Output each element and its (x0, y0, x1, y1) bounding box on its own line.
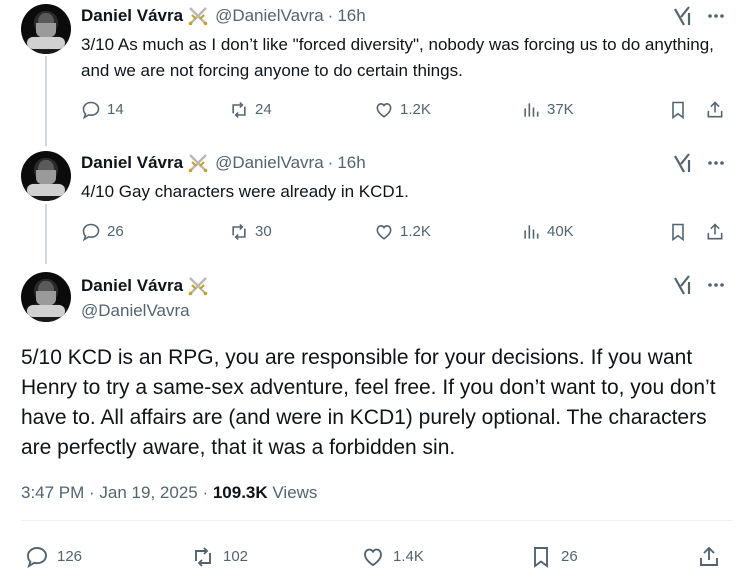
crossed-swords-icon (188, 7, 208, 26)
like-button[interactable]: 1.4K (361, 544, 424, 570)
repost-icon (232, 101, 246, 119)
bookmark-icon (534, 547, 548, 568)
bookmark-button[interactable] (668, 98, 694, 122)
share-button[interactable] (705, 98, 731, 122)
reply-button[interactable]: 14 (81, 98, 124, 122)
like-button[interactable]: 1.2K (374, 220, 431, 244)
timestamp[interactable]: 16h (337, 153, 365, 173)
tweet-text: 3/10 As much as I don’t like "forced div… (81, 35, 714, 80)
reply-count: 126 (57, 548, 83, 565)
repost-button[interactable]: 102 (191, 544, 248, 570)
views-button[interactable]: 37K (521, 98, 574, 122)
author-name[interactable]: Daniel Vávra (81, 153, 183, 173)
repost-button[interactable]: 24 (229, 98, 272, 122)
main-tweet-text: 5/10 KCD is an RPG, you are responsible … (21, 346, 716, 459)
crossed-swords-icon (188, 277, 208, 296)
thread-line (45, 204, 47, 264)
separator: · (327, 6, 334, 25)
thread-line (45, 56, 47, 146)
views-label: Views (267, 483, 318, 502)
share-button[interactable] (705, 220, 731, 244)
more-icon[interactable] (706, 275, 726, 295)
views-total: 109.3K (212, 483, 268, 502)
heart-icon (376, 103, 392, 118)
repost-icon (232, 223, 246, 241)
share-icon (707, 223, 723, 240)
tweet-actions: 14 24 1.2K 37K (81, 98, 731, 122)
avatar[interactable] (21, 151, 71, 201)
repost-button[interactable]: 30 (229, 220, 272, 244)
reply-button[interactable]: 126 (25, 544, 82, 570)
repost-count: 30 (255, 223, 272, 240)
bookmark-button[interactable]: 26 (529, 544, 578, 570)
more-icon[interactable] (706, 6, 726, 26)
grok-icon[interactable] (672, 152, 694, 174)
reply-icon (27, 547, 47, 569)
reply-icon (82, 101, 100, 120)
tweet-text: 4/10 Gay characters were already in KCD1… (81, 182, 409, 201)
author-name[interactable]: Daniel Vávra (81, 6, 183, 26)
avatar[interactable] (21, 4, 71, 54)
share-icon (707, 101, 723, 118)
like-button[interactable]: 1.2K (374, 98, 431, 122)
bookmark-count: 26 (561, 548, 578, 565)
timestamp[interactable]: 16h (337, 6, 365, 26)
reply-button[interactable]: 26 (81, 220, 124, 244)
tweet-meta: 3:47 PM · Jan 19, 2025 · 109.3K Views (21, 483, 317, 503)
views-count: 37K (547, 101, 574, 118)
repost-count: 102 (223, 548, 249, 565)
author-handle[interactable]: @DanielVavra (215, 6, 324, 26)
crossed-swords-icon (188, 154, 208, 173)
like-count: 1.2K (400, 101, 431, 118)
share-button[interactable] (697, 544, 729, 570)
heart-icon (364, 548, 382, 567)
reply-count: 14 (107, 101, 124, 118)
bookmark-icon (672, 101, 684, 120)
main-tweet-actions: 126 102 1.4K 26 (21, 544, 733, 570)
views-button[interactable]: 40K (521, 220, 574, 244)
views-icon (524, 225, 539, 239)
tweet-header: Daniel Vávra (81, 276, 215, 296)
author-handle[interactable]: @DanielVavra (81, 301, 190, 321)
tweet-header: Daniel Vávra @DanielVavra · 16h (81, 153, 366, 173)
tweet-actions: 26 30 1.2K 40K (81, 220, 731, 244)
grok-icon[interactable] (672, 5, 694, 27)
separator: · (327, 153, 334, 172)
reply-count: 26 (107, 223, 124, 240)
more-icon[interactable] (706, 153, 726, 173)
repost-icon (195, 547, 211, 567)
views-icon (524, 103, 539, 117)
share-icon (700, 546, 718, 566)
bookmark-icon (672, 223, 684, 242)
like-count: 1.4K (393, 548, 424, 565)
divider (21, 520, 733, 521)
avatar[interactable] (21, 272, 71, 322)
reply-icon (82, 223, 100, 242)
views-count: 40K (547, 223, 574, 240)
author-handle[interactable]: @DanielVavra (215, 153, 324, 173)
heart-icon (376, 225, 392, 240)
post-timestamp[interactable]: 3:47 PM · Jan 19, 2025 · (21, 483, 213, 502)
repost-count: 24 (255, 101, 272, 118)
author-name[interactable]: Daniel Vávra (81, 276, 183, 296)
bookmark-button[interactable] (668, 220, 694, 244)
tweet-header: Daniel Vávra @DanielVavra · 16h (81, 6, 366, 26)
grok-icon[interactable] (672, 274, 694, 296)
like-count: 1.2K (400, 223, 431, 240)
